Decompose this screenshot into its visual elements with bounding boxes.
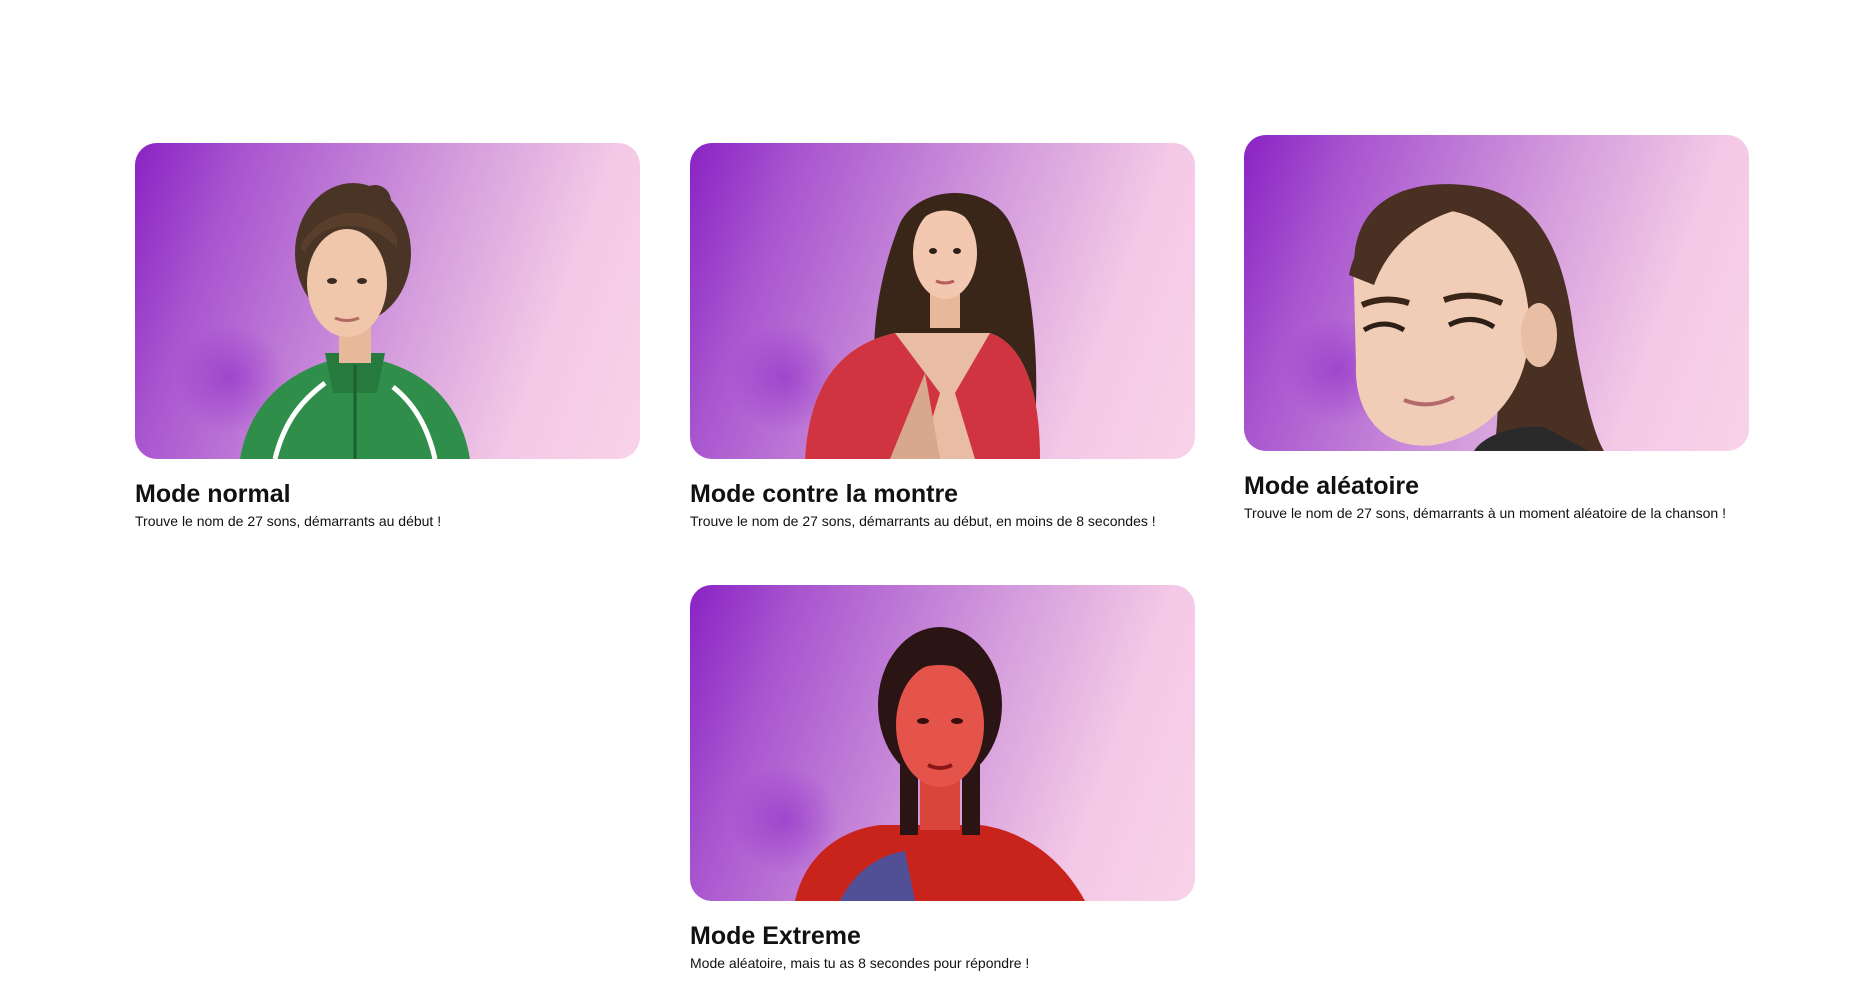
mode-image-normal[interactable] bbox=[135, 143, 640, 459]
mode-description: Trouve le nom de 27 sons, démarrants à u… bbox=[1244, 505, 1726, 521]
portrait-close-up-image bbox=[1349, 184, 1604, 451]
portrait-red-top-image bbox=[805, 193, 1040, 459]
mode-title: Mode aléatoire bbox=[1244, 472, 1420, 500]
mode-title: Mode Extreme bbox=[690, 922, 861, 950]
mode-title: Mode normal bbox=[135, 480, 291, 508]
mode-card-aleatoire[interactable]: Mode aléatoire Trouve le nom de 27 sons,… bbox=[1244, 135, 1749, 521]
mode-selection-page: Mode normal Trouve le nom de 27 sons, dé… bbox=[0, 0, 1857, 996]
portrait-green-jacket-image bbox=[240, 183, 470, 459]
mode-description: Mode aléatoire, mais tu as 8 secondes po… bbox=[690, 955, 1030, 971]
mode-description: Trouve le nom de 27 sons, démarrants au … bbox=[690, 513, 1156, 529]
mode-card-normal[interactable]: Mode normal Trouve le nom de 27 sons, dé… bbox=[135, 143, 640, 529]
mode-image-extreme[interactable] bbox=[690, 585, 1195, 901]
mode-image-contre-la-montre[interactable] bbox=[690, 143, 1195, 459]
portrait-red-light-image bbox=[795, 627, 1085, 901]
mode-title: Mode contre la montre bbox=[690, 480, 959, 508]
mode-card-contre-la-montre[interactable]: Mode contre la montre Trouve le nom de 2… bbox=[690, 143, 1195, 529]
mode-card-extreme[interactable]: Mode Extreme Mode aléatoire, mais tu as … bbox=[690, 585, 1195, 971]
mode-description: Trouve le nom de 27 sons, démarrants au … bbox=[135, 513, 442, 529]
mode-image-aleatoire[interactable] bbox=[1244, 135, 1749, 451]
